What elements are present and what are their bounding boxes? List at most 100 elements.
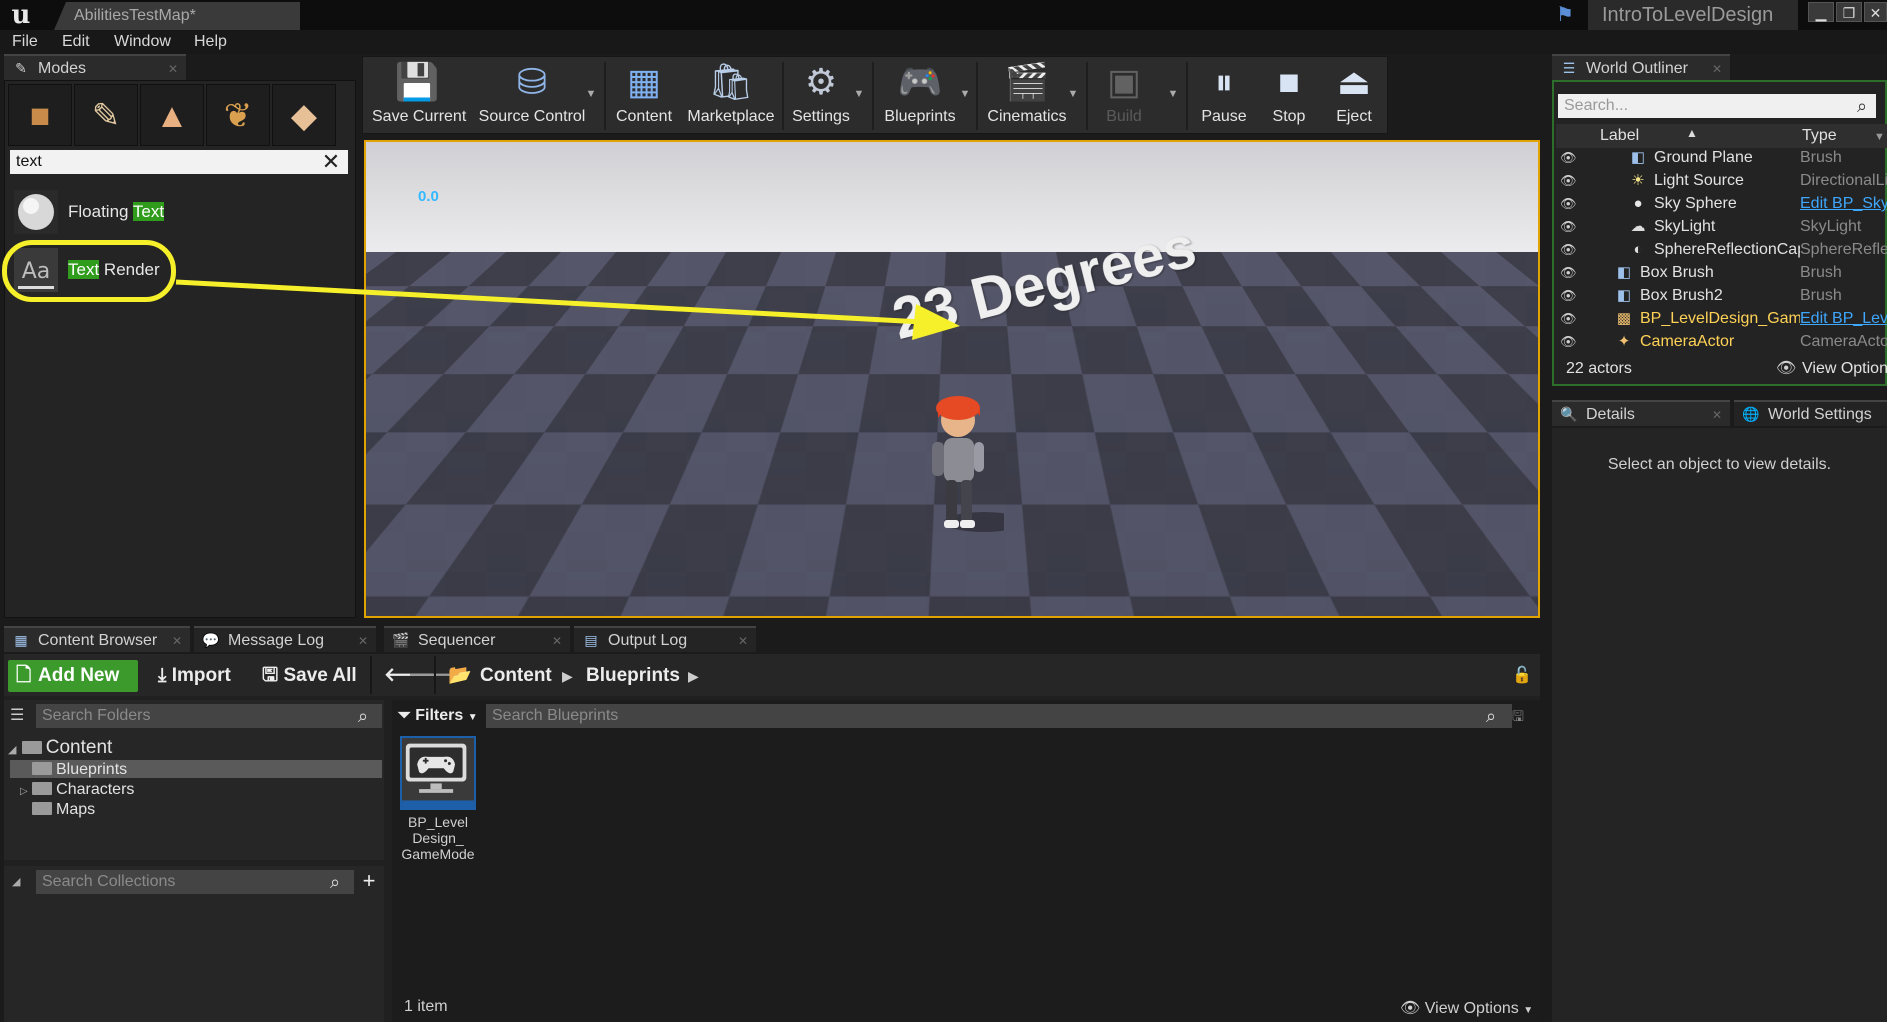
- save-current-button[interactable]: 💾 Save Current: [372, 58, 466, 134]
- sources-toggle-icon[interactable]: ☰: [10, 704, 32, 728]
- minimize-button[interactable]: ▁: [1808, 2, 1834, 22]
- visibility-eye-icon[interactable]: 👁: [1560, 330, 1582, 353]
- outliner-view-options[interactable]: View Options: [1802, 356, 1887, 382]
- menu-window[interactable]: Window: [114, 30, 171, 54]
- close-window-button[interactable]: ✕: [1864, 2, 1887, 22]
- menu-help[interactable]: Help: [194, 30, 227, 54]
- maximize-button[interactable]: ❐: [1836, 2, 1862, 22]
- outliner-row[interactable]: 👁 ● Sky Sphere Edit BP_Sky: [1556, 192, 1887, 215]
- folder-search-input[interactable]: Search Folders: [36, 704, 382, 728]
- marketplace-button[interactable]: 🛍 Marketplace: [684, 58, 778, 134]
- close-tab-icon[interactable]: ✕: [1712, 402, 1722, 428]
- settings-button[interactable]: ⚙ Settings: [788, 58, 854, 134]
- tree-collapsed-icon[interactable]: ▷: [20, 786, 28, 797]
- search-icon[interactable]: ⌕: [358, 704, 382, 728]
- tab-output-log[interactable]: ▤ Output Log ✕: [574, 626, 756, 652]
- edit-blueprint-link[interactable]: Edit BP_Lev: [1800, 307, 1887, 330]
- column-options-icon[interactable]: ▼: [1874, 128, 1885, 146]
- paint-mode-icon[interactable]: ✎: [74, 84, 138, 146]
- source-control-dropdown-icon[interactable]: ▼: [584, 88, 598, 100]
- visibility-eye-icon[interactable]: 👁: [1560, 146, 1582, 169]
- document-tab[interactable]: AbilitiesTestMap*: [54, 2, 300, 30]
- tab-modes[interactable]: ✎ Modes ✕: [4, 54, 186, 80]
- menu-file[interactable]: File: [12, 30, 38, 54]
- close-tab-icon[interactable]: ✕: [358, 628, 368, 654]
- cinematics-button[interactable]: 🎬 Cinematics: [982, 58, 1072, 134]
- asset-search-input[interactable]: Search Blueprints: [486, 704, 1512, 728]
- filters-button[interactable]: ⏷ Filters ▼: [398, 704, 478, 728]
- collections-search-input[interactable]: Search Collections: [36, 870, 354, 894]
- tab-message-log[interactable]: 💬 Message Log ✕: [194, 626, 376, 652]
- close-tab-icon[interactable]: ✕: [552, 628, 562, 654]
- pause-button[interactable]: ⏸ Pause: [1192, 58, 1256, 134]
- tab-world-settings[interactable]: 🌐 World Settings: [1734, 400, 1887, 426]
- build-button[interactable]: ▣ Build: [1092, 58, 1156, 134]
- blueprints-button[interactable]: 🎮 Blueprints: [878, 58, 962, 134]
- foliage-mode-icon[interactable]: ❦: [206, 84, 270, 146]
- floating-text-item[interactable]: [14, 190, 58, 239]
- visibility-eye-icon[interactable]: 👁: [1560, 238, 1582, 261]
- cinematics-dropdown-icon[interactable]: ▼: [1066, 88, 1080, 100]
- outliner-search-input[interactable]: Search...: [1558, 94, 1876, 118]
- outliner-row[interactable]: 👁 ✦ CameraActor CameraActo: [1556, 330, 1887, 353]
- tree-item-characters[interactable]: ▷ Characters: [20, 780, 134, 800]
- tab-world-outliner[interactable]: ☰ World Outliner ✕: [1552, 54, 1730, 80]
- search-icon[interactable]: ⌕: [1850, 94, 1874, 118]
- breadcrumb-arrow-icon[interactable]: ▶: [562, 660, 573, 692]
- place-mode-icon[interactable]: ■: [8, 84, 72, 146]
- add-collection-button[interactable]: +: [358, 868, 380, 894]
- tab-sequencer[interactable]: 🎬 Sequencer ✕: [384, 626, 570, 652]
- outliner-row[interactable]: 👁 ◧ Box Brush Brush: [1556, 261, 1887, 284]
- outliner-row[interactable]: 👁 ◐ SphereReflectionCap SphereReflec: [1556, 238, 1887, 261]
- breadcrumb-blueprints[interactable]: Blueprints: [586, 660, 680, 692]
- breadcrumb-arrow-icon[interactable]: ▶: [688, 660, 699, 692]
- visibility-eye-icon[interactable]: 👁: [1560, 169, 1582, 192]
- close-tab-icon[interactable]: ✕: [172, 628, 182, 654]
- import-button[interactable]: ⤓ Import: [158, 660, 231, 692]
- outliner-row[interactable]: 👁 ▩ BP_LevelDesign_GameI Edit BP_Lev: [1556, 307, 1887, 330]
- breadcrumb-content[interactable]: Content: [480, 660, 552, 692]
- save-search-icon[interactable]: 🖫: [1512, 704, 1532, 728]
- menu-edit[interactable]: Edit: [62, 30, 90, 54]
- collections-expand-icon[interactable]: ◢: [12, 870, 30, 894]
- landscape-mode-icon[interactable]: ▲: [140, 84, 204, 146]
- save-all-button[interactable]: 🖫 Save All: [262, 660, 357, 692]
- lock-icon[interactable]: 🔓: [1512, 660, 1532, 692]
- settings-dropdown-icon[interactable]: ▼: [852, 88, 866, 100]
- tree-item-blueprints[interactable]: Blueprints: [32, 760, 127, 780]
- close-tab-icon[interactable]: ✕: [168, 56, 178, 82]
- source-control-button[interactable]: ⛁ Source Control: [474, 58, 590, 134]
- visibility-eye-icon[interactable]: 👁: [1560, 284, 1582, 307]
- stop-button[interactable]: ■ Stop: [1262, 58, 1316, 134]
- visibility-eye-icon[interactable]: 👁: [1560, 192, 1582, 215]
- visibility-eye-icon[interactable]: 👁: [1560, 215, 1582, 238]
- build-dropdown-icon[interactable]: ▼: [1166, 88, 1180, 100]
- blueprints-dropdown-icon[interactable]: ▼: [958, 88, 972, 100]
- modes-search-input[interactable]: text: [10, 150, 348, 174]
- outliner-row[interactable]: 👁 ◧ Box Brush2 Brush: [1556, 284, 1887, 307]
- level-viewport[interactable]: 0.0 23 Degrees: [364, 140, 1540, 618]
- label-column-header[interactable]: Label: [1600, 124, 1639, 148]
- tree-item-maps[interactable]: Maps: [32, 800, 95, 820]
- content-button[interactable]: ▦ Content: [612, 58, 676, 134]
- close-tab-icon[interactable]: ✕: [1712, 56, 1722, 82]
- eject-button[interactable]: ⏏ Eject: [1326, 58, 1382, 134]
- tree-item-content[interactable]: ◢ Content: [8, 736, 112, 760]
- add-new-button[interactable]: 🗋 Add New ▼: [8, 660, 138, 716]
- outliner-row[interactable]: 👁 ◧ Ground Plane Brush: [1556, 146, 1887, 169]
- visibility-eye-icon[interactable]: 👁: [1560, 307, 1582, 330]
- visibility-eye-icon[interactable]: 👁: [1560, 261, 1582, 284]
- search-icon[interactable]: ⌕: [330, 870, 352, 894]
- outliner-row[interactable]: 👁 ☀ Light Source DirectionalLi: [1556, 169, 1887, 192]
- clear-search-icon[interactable]: ✕: [318, 150, 344, 174]
- search-icon[interactable]: ⌕: [1486, 704, 1508, 728]
- geometry-mode-icon[interactable]: ◆: [272, 84, 336, 146]
- asset-view-options[interactable]: 👁 View Options ▼: [1400, 998, 1533, 1018]
- asset-thumbnail[interactable]: [400, 736, 476, 810]
- close-tab-icon[interactable]: ✕: [738, 628, 748, 654]
- tab-details[interactable]: 🔍 Details ✕: [1552, 400, 1730, 426]
- outliner-row[interactable]: 👁 ☁ SkyLight SkyLight: [1556, 215, 1887, 238]
- edit-blueprint-link[interactable]: Edit BP_Sky: [1800, 192, 1887, 215]
- tab-content-browser[interactable]: ▦ Content Browser ✕: [4, 626, 190, 652]
- type-column-header[interactable]: Type: [1802, 124, 1837, 148]
